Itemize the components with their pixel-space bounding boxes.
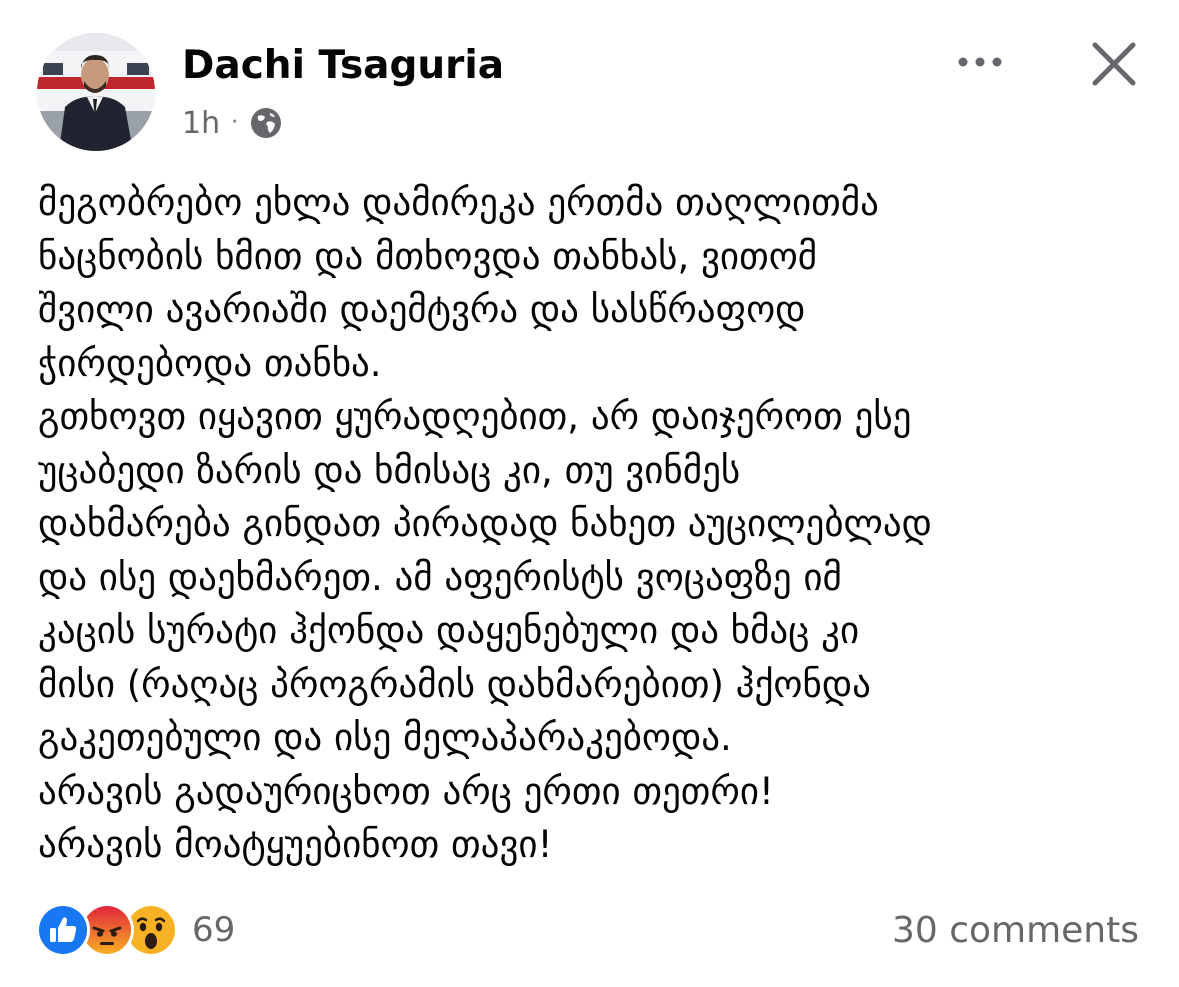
post-text-line: მისი (რაღაც პროგრამის დახმარებით) ჰქონდა [38,662,871,706]
post-text: მეგობრებო ეხლა დამირეკა ერთმა თაღლითმა ნ… [38,176,1148,872]
author-name[interactable]: Dachi Tsaguria [182,42,504,90]
post-text-line: და ისე დაეხმარეთ. ამ აფერისტს ვოცაფზე იმ [38,555,842,599]
post-text-line: შვილი ავარიაში დაემტვრა და სასწრაფოდ [38,288,806,331]
post-text-line: არავის გადაურიცხოთ არც ერთი თეთრი! [38,769,774,813]
like-reaction-icon [36,903,90,957]
post-text-line: ჭირდებოდა თანხა. [38,341,382,385]
more-horizontal-icon [958,57,1002,67]
globe-icon[interactable] [248,105,284,141]
post-meta: 1h · [182,101,284,145]
meta-separator: · [231,110,239,135]
post-text-line: მეგობრებო ეხლა დამირეკა ერთმა თაღლითმა [38,181,879,224]
post-text-line: გაკეთებული და ისე მელაპარაკებოდა. [38,716,732,759]
post-text-line: არავის მოატყუებინოთ თავი! [38,823,553,866]
comments-count-link[interactable]: 30 comments [892,909,1139,953]
more-options-button[interactable] [950,40,1010,84]
reactions-summary[interactable]: 69 [36,903,236,957]
close-button[interactable] [1084,36,1144,92]
post-text-line: უცაბედი ზარის და ხმისაც კი, თუ ვინმეს [38,448,741,492]
post-text-line: ნაცნობის ხმით და მთხოვდა თანხას, ვითომ [38,234,818,278]
close-icon [1092,42,1136,86]
post-text-line: გთხოვთ იყავით ყურადღებით, არ დაიჯეროთ ეს… [38,395,912,438]
facebook-post: Dachi Tsaguria 1h · მეგობრებო ეხლა დამირ… [0,0,1179,987]
avatar-photo [37,33,155,151]
post-text-line: დახმარება გინდათ პირადად ნახეთ აუცილებლა… [38,502,932,545]
author-avatar[interactable] [37,33,155,151]
post-timestamp[interactable]: 1h [182,106,220,141]
post-text-line: კაცის სურატი ჰქონდა დაყენებული და ხმაც კ… [38,609,860,652]
reaction-count: 69 [192,910,236,950]
